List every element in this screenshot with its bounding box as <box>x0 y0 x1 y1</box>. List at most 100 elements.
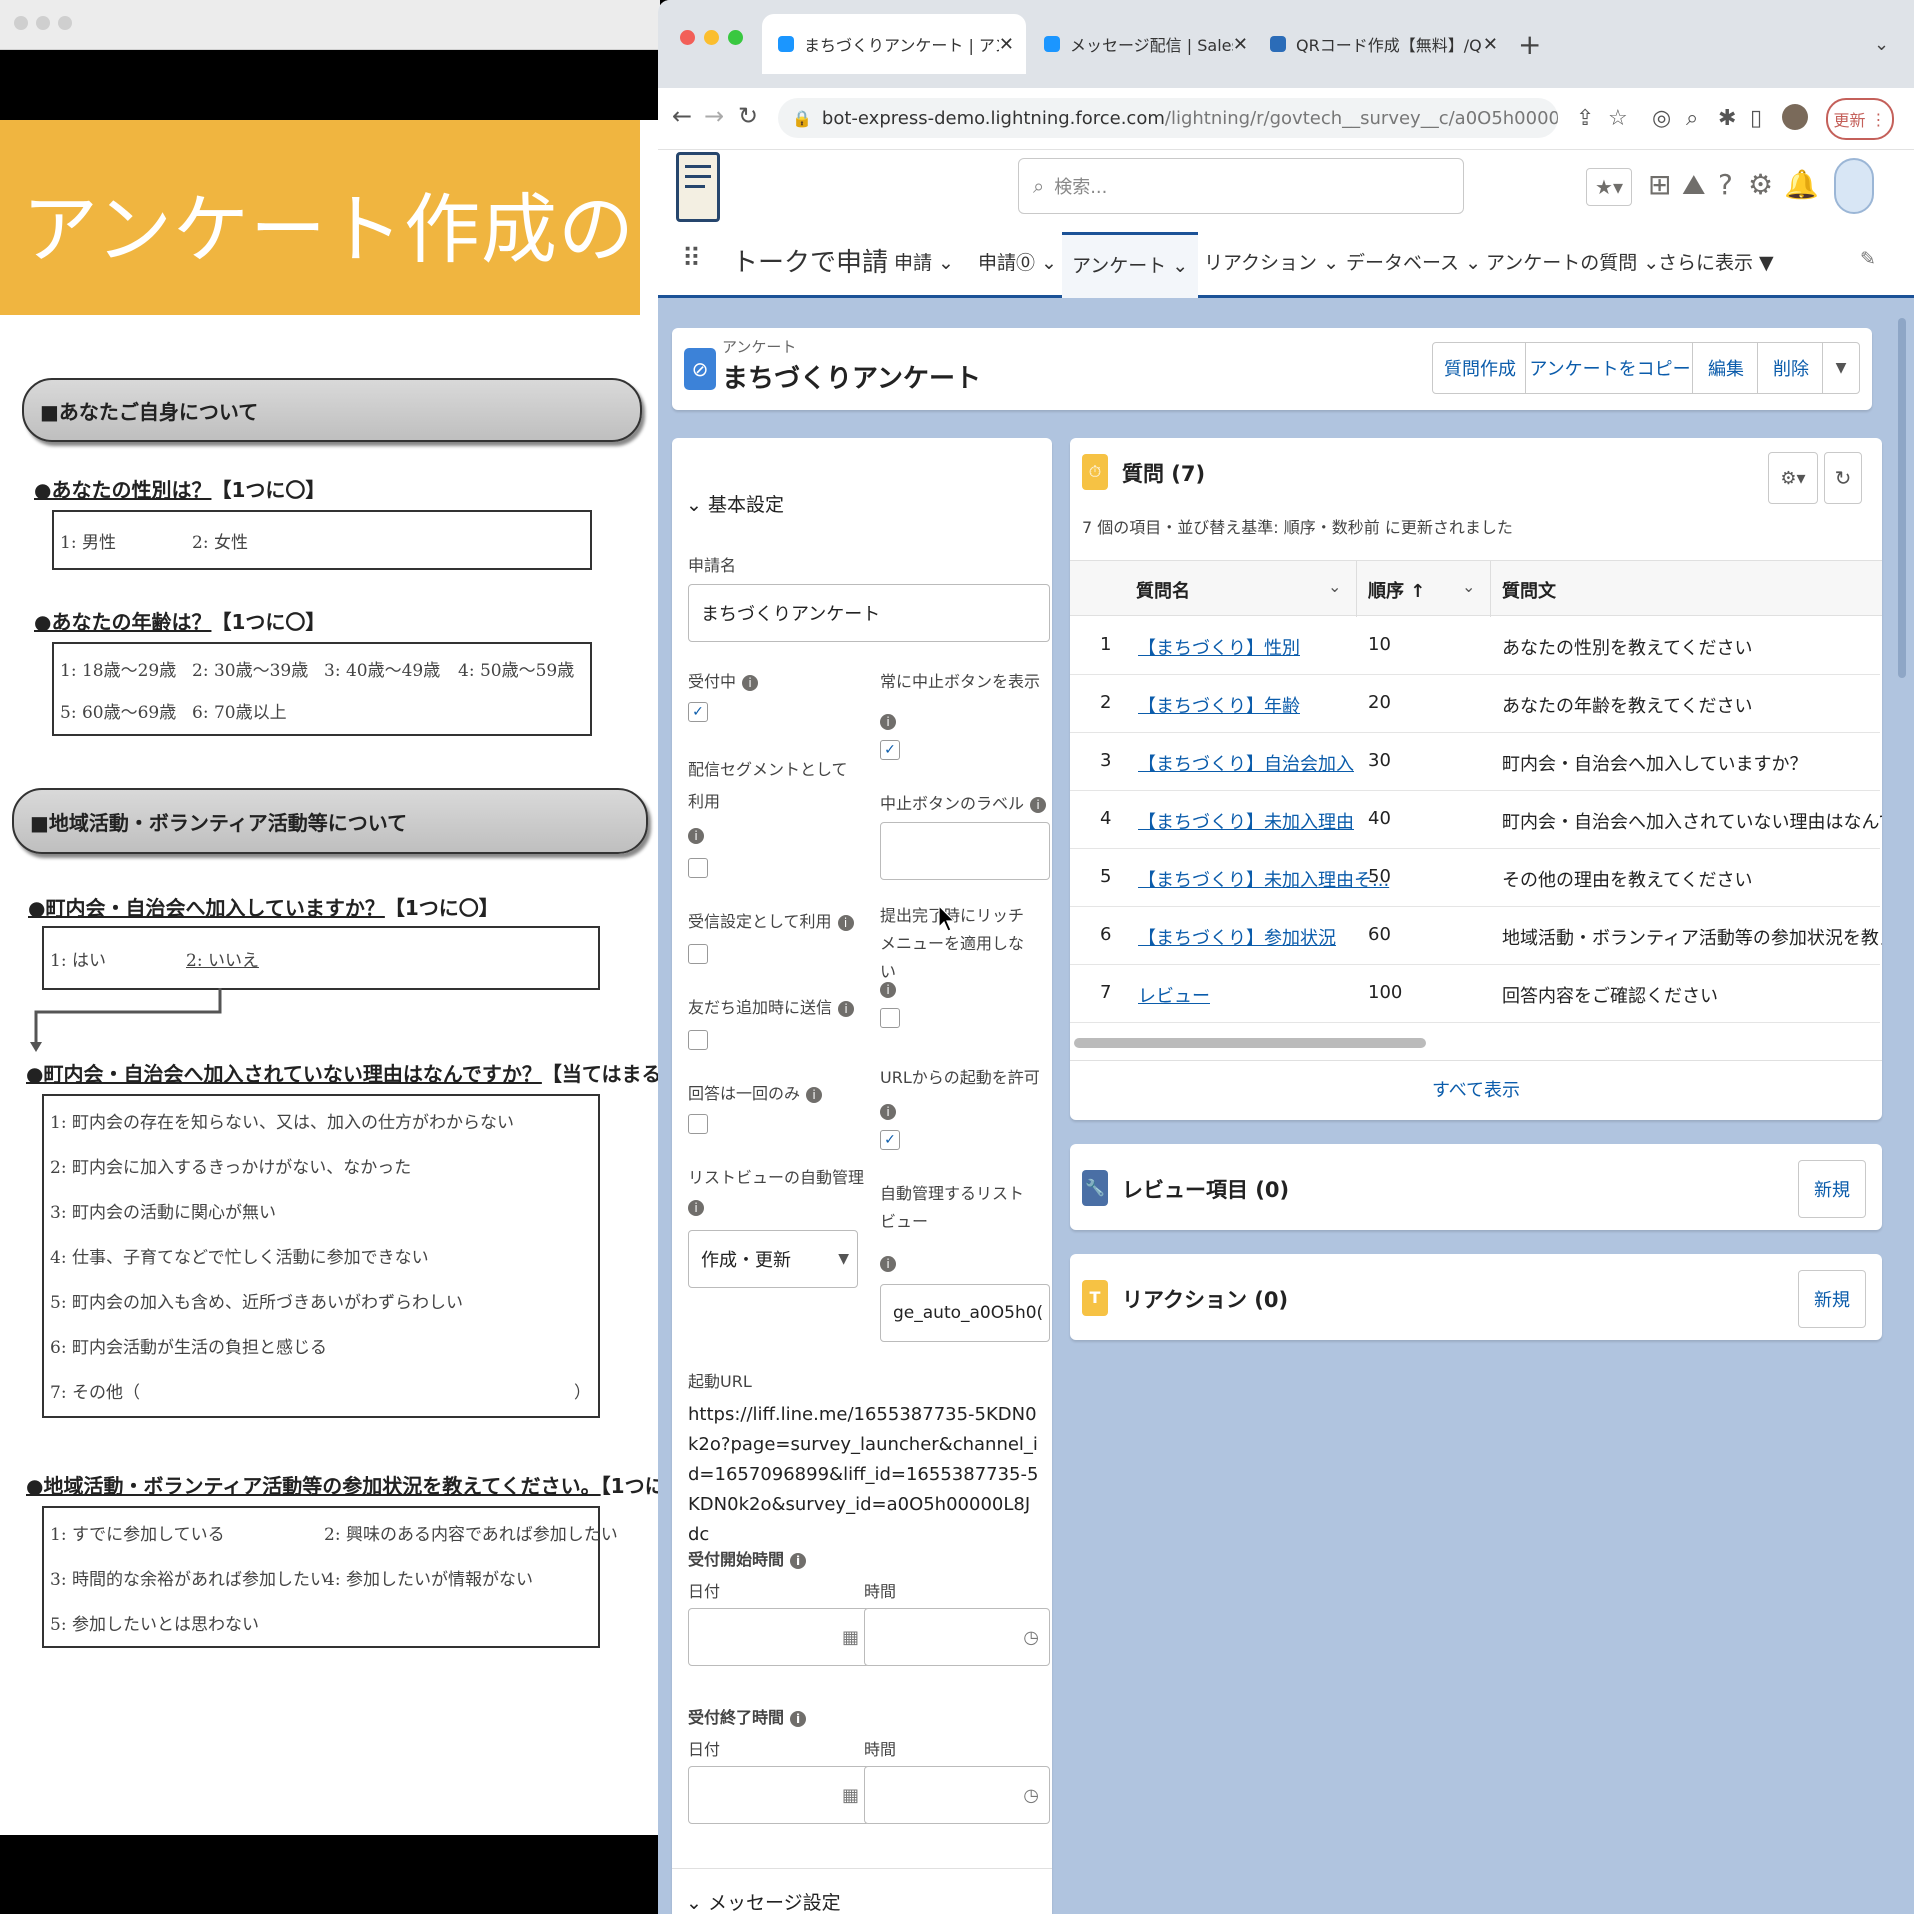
info-icon[interactable]: i <box>837 914 854 931</box>
zoom-window-button[interactable] <box>728 30 743 45</box>
question-name-link[interactable]: レビュー <box>1138 982 1210 1008</box>
nav-item-database[interactable]: データベース ⌄ <box>1346 248 1481 292</box>
list-settings-gear-icon[interactable]: ⚙▾ <box>1768 452 1818 504</box>
setup-gear-icon[interactable]: ⚙ <box>1748 168 1773 201</box>
global-actions-plus-icon[interactable]: ⊞ <box>1648 168 1671 201</box>
app-name-input[interactable]: まちづくりアンケート <box>688 584 1050 642</box>
share-icon[interactable]: ⇪ <box>1576 106 1594 131</box>
info-icon[interactable]: i <box>880 1104 896 1120</box>
forward-icon[interactable]: → <box>704 102 724 130</box>
nav-item-shinsei[interactable]: 申請 ⌄ <box>894 248 954 292</box>
tab-qr[interactable]: QRコード作成【無料】/QRのス ✕ <box>1262 14 1510 74</box>
url-launch-checkbox[interactable]: ✓ <box>880 1130 900 1150</box>
user-avatar[interactable] <box>1834 158 1874 214</box>
info-icon[interactable]: i <box>742 674 759 691</box>
tab-list-chevron-icon[interactable]: ⌄ <box>1874 14 1889 74</box>
column-menu-chevron-icon[interactable]: ⌄ <box>1462 577 1475 596</box>
app-logo[interactable] <box>676 152 720 222</box>
clock-icon[interactable]: ◷ <box>1023 1785 1039 1806</box>
once-checkbox[interactable] <box>688 1114 708 1134</box>
tab-survey[interactable]: まちづくりアンケート | アンケート ✕ <box>762 14 1026 74</box>
global-search-input[interactable]: ⌕ 検索... <box>1018 158 1464 214</box>
edit-nav-pencil-icon[interactable]: ✎ <box>1860 248 1876 292</box>
password-extension-icon[interactable]: ◎ <box>1652 106 1671 131</box>
column-header-order[interactable]: 順序 ↑ <box>1368 577 1425 603</box>
basic-settings-section[interactable]: ⌄ 基本設定 <box>686 490 784 517</box>
info-icon[interactable]: i <box>688 828 704 844</box>
page-scrollbar[interactable] <box>1898 318 1906 678</box>
update-button[interactable]: 更新 ⋮ <box>1826 98 1894 140</box>
listview-auto-select[interactable]: 作成・更新 ▼ <box>688 1230 858 1288</box>
end-time-input[interactable]: ◷ <box>864 1766 1050 1824</box>
question-name-link[interactable]: 【まちづくり】参加状況 <box>1138 924 1336 950</box>
info-icon[interactable]: i <box>880 714 896 730</box>
stop-label-input[interactable] <box>880 822 1050 880</box>
segment-checkbox[interactable] <box>688 858 708 878</box>
friend-add-checkbox[interactable] <box>688 1030 708 1050</box>
trailhead-icon[interactable]: ⛰ <box>1682 168 1706 202</box>
column-header-name[interactable]: 質問名 <box>1136 577 1190 603</box>
create-question-button[interactable]: 質問作成 <box>1432 342 1528 394</box>
bookmark-star-icon[interactable]: ☆ <box>1608 106 1628 131</box>
horizontal-scrollbar[interactable] <box>1074 1038 1426 1048</box>
minimize-window-button[interactable] <box>704 30 719 45</box>
clock-icon[interactable]: ◷ <box>1023 1627 1039 1648</box>
nav-item-survey[interactable]: アンケート ⌄ <box>1062 232 1199 298</box>
more-actions-dropdown-icon[interactable]: ▼ <box>1822 342 1860 394</box>
close-tab-icon[interactable]: ✕ <box>1233 34 1248 55</box>
questions-title[interactable]: 質問 (7) <box>1122 458 1205 488</box>
close-window-dot[interactable] <box>14 16 28 30</box>
copy-survey-button[interactable]: アンケートをコピー <box>1525 342 1695 394</box>
question-name-link[interactable]: 【まちづくり】性別 <box>1138 634 1300 660</box>
close-window-button[interactable] <box>680 30 695 45</box>
info-icon[interactable]: i <box>880 982 896 998</box>
info-icon[interactable]: i <box>688 1200 704 1216</box>
auto-listview-input[interactable]: ge_auto_a0O5h0( <box>880 1284 1050 1342</box>
help-question-icon[interactable]: ? <box>1718 168 1733 201</box>
start-time-input[interactable]: ◷ <box>864 1608 1050 1666</box>
reload-icon[interactable]: ↻ <box>738 102 758 130</box>
question-name-link[interactable]: 【まちづくり】未加入理由そ... <box>1138 866 1389 892</box>
receive-setting-checkbox[interactable] <box>688 944 708 964</box>
new-review-item-button[interactable]: 新規 <box>1798 1160 1866 1218</box>
sidepanel-icon[interactable]: ▯ <box>1750 106 1762 131</box>
info-icon[interactable]: i <box>1030 796 1047 813</box>
new-tab-button[interactable]: + <box>1518 14 1541 74</box>
delete-button[interactable]: 削除 <box>1757 342 1825 394</box>
nav-item-shinsei-0[interactable]: 申請⓪ ⌄ <box>978 248 1057 292</box>
rich-menu-checkbox[interactable] <box>880 1008 900 1028</box>
new-reaction-button[interactable]: 新規 <box>1798 1270 1866 1328</box>
extensions-puzzle-icon[interactable]: ✱ <box>1718 106 1736 131</box>
profile-avatar[interactable] <box>1782 104 1808 130</box>
app-launcher-grid-icon[interactable]: ⠿ <box>682 244 701 288</box>
info-icon[interactable]: i <box>880 1256 896 1272</box>
calendar-icon[interactable]: ▦ <box>842 1627 859 1648</box>
notifications-bell-icon[interactable]: 🔔 <box>1784 168 1819 201</box>
view-all-link[interactable]: すべて表示 <box>1070 1076 1882 1102</box>
close-tab-icon[interactable]: ✕ <box>1483 34 1498 55</box>
column-header-text[interactable]: 質問文 <box>1502 577 1556 603</box>
start-date-input[interactable]: ▦ <box>688 1608 870 1666</box>
message-settings-section[interactable]: ⌄ メッセージ設定 <box>686 1888 841 1914</box>
question-name-link[interactable]: 【まちづくり】年齢 <box>1138 692 1300 718</box>
info-icon[interactable]: i <box>790 1552 807 1569</box>
nav-item-reaction[interactable]: リアクション ⌄ <box>1204 248 1339 292</box>
tab-message[interactable]: メッセージ配信 | Salesforce ✕ <box>1028 14 1260 74</box>
calendar-icon[interactable]: ▦ <box>842 1785 859 1806</box>
info-icon[interactable]: i <box>838 1000 855 1017</box>
close-tab-icon[interactable]: ✕ <box>999 34 1014 55</box>
edit-button[interactable]: 編集 <box>1692 342 1760 394</box>
refresh-icon[interactable]: ↻ <box>1824 452 1862 504</box>
end-date-input[interactable]: ▦ <box>688 1766 870 1824</box>
info-icon[interactable]: i <box>806 1086 823 1103</box>
search-extension-icon[interactable]: ⌕ <box>1686 106 1698 131</box>
back-icon[interactable]: ← <box>672 102 692 130</box>
receiving-checkbox[interactable]: ✓ <box>688 702 708 722</box>
review-items-title[interactable]: レビュー項目 (0) <box>1122 1174 1289 1204</box>
favorites-star-icon[interactable]: ★▾ <box>1586 168 1632 206</box>
always-stop-checkbox[interactable]: ✓ <box>880 740 900 760</box>
reaction-title[interactable]: リアクション (0) <box>1122 1284 1288 1314</box>
info-icon[interactable]: i <box>790 1710 807 1727</box>
question-name-link[interactable]: 【まちづくり】自治会加入 <box>1138 750 1354 776</box>
minimize-window-dot[interactable] <box>36 16 50 30</box>
